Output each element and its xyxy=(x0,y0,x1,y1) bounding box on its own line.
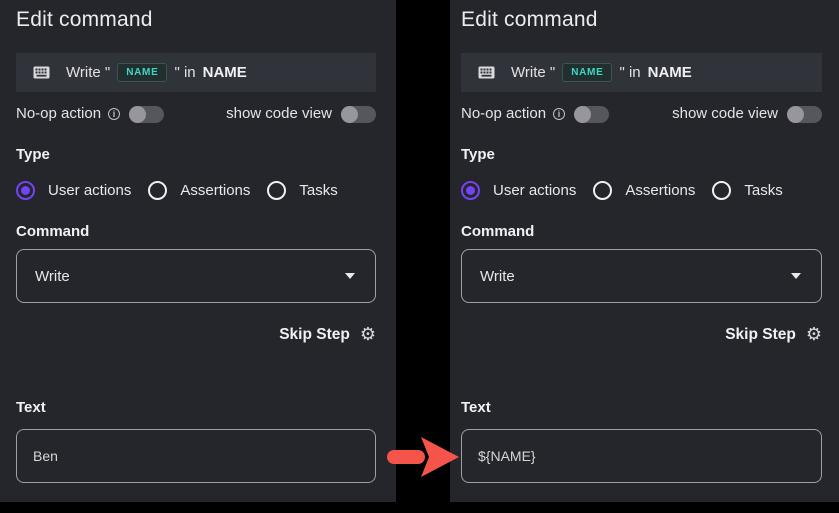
dialog-title: Edit command xyxy=(16,0,376,34)
summary-prefix: Write " xyxy=(66,64,110,81)
code-view-toggle[interactable] xyxy=(341,106,376,123)
edit-command-dialog-before: Edit command Write " NAME " in NAME No-o… xyxy=(0,0,396,502)
noop-group: No-op action i xyxy=(16,105,164,123)
radio-circle-icon[interactable] xyxy=(712,181,731,200)
command-select-value: Write xyxy=(35,268,70,285)
keyboard-icon xyxy=(478,66,495,79)
toggles-row: No-op action i show code view xyxy=(16,105,376,123)
type-label: Type xyxy=(16,147,376,163)
skip-step-label: Skip Step xyxy=(279,326,350,344)
red-arrow-right-icon xyxy=(387,437,459,482)
text-label: Text xyxy=(461,400,822,416)
keyboard-icon xyxy=(33,66,50,79)
command-summary-bar: Write " NAME " in NAME xyxy=(16,53,376,92)
param-badge: NAME xyxy=(117,63,167,82)
noop-label: No-op action xyxy=(461,105,546,123)
radio-circle-icon[interactable] xyxy=(267,181,286,200)
command-summary-bar: Write " NAME " in NAME xyxy=(461,53,822,92)
summary-middle: " in xyxy=(174,64,195,81)
text-label: Text xyxy=(16,400,376,416)
noop-label: No-op action xyxy=(16,105,101,123)
info-icon: i xyxy=(108,108,120,120)
toggles-row: No-op action i show code view xyxy=(461,105,822,123)
type-radio-group: User actions Assertions Tasks xyxy=(461,180,822,200)
summary-middle: " in xyxy=(619,64,640,81)
noop-toggle[interactable] xyxy=(129,106,164,123)
command-select[interactable]: Write xyxy=(16,249,376,303)
radio-tasks[interactable]: Tasks xyxy=(712,181,782,200)
radio-assertions[interactable]: Assertions xyxy=(148,181,250,200)
summary-target: NAME xyxy=(203,64,247,81)
text-input[interactable] xyxy=(16,429,376,483)
code-view-group: show code view xyxy=(226,105,376,123)
type-radio-group: User actions Assertions Tasks xyxy=(16,180,376,200)
summary-target: NAME xyxy=(648,64,692,81)
skip-step-label: Skip Step xyxy=(725,326,796,344)
command-summary-text: Write " NAME " in NAME xyxy=(511,63,692,82)
command-summary-text: Write " NAME " in NAME xyxy=(66,63,247,82)
noop-toggle[interactable] xyxy=(574,106,609,123)
param-badge: NAME xyxy=(562,63,612,82)
skip-step-row: Skip Step ⚙ xyxy=(16,324,376,346)
command-select-value: Write xyxy=(480,268,515,285)
radio-tasks[interactable]: Tasks xyxy=(267,181,337,200)
radio-circle-icon[interactable] xyxy=(593,181,612,200)
radio-user-actions[interactable]: User actions xyxy=(16,181,131,200)
text-input[interactable] xyxy=(461,429,822,483)
radio-user-actions[interactable]: User actions xyxy=(461,181,576,200)
command-select[interactable]: Write xyxy=(461,249,822,303)
radio-circle-selected-icon[interactable] xyxy=(16,181,35,200)
info-icon: i xyxy=(553,108,565,120)
command-label: Command xyxy=(461,224,822,240)
noop-group: No-op action i xyxy=(461,105,609,123)
radio-assertions[interactable]: Assertions xyxy=(593,181,695,200)
type-label: Type xyxy=(461,147,822,163)
gear-icon[interactable]: ⚙ xyxy=(806,326,822,344)
radio-circle-selected-icon[interactable] xyxy=(461,181,480,200)
command-label: Command xyxy=(16,224,376,240)
code-view-label: show code view xyxy=(226,105,332,123)
code-view-label: show code view xyxy=(672,105,778,123)
dialog-title: Edit command xyxy=(461,0,822,34)
gear-icon[interactable]: ⚙ xyxy=(360,326,376,344)
chevron-down-icon xyxy=(791,273,801,279)
chevron-down-icon xyxy=(345,273,355,279)
skip-step-row: Skip Step ⚙ xyxy=(461,324,822,346)
code-view-toggle[interactable] xyxy=(787,106,822,123)
edit-command-dialog-after: Edit command Write " NAME " in NAME No-o… xyxy=(450,0,839,502)
code-view-group: show code view xyxy=(672,105,822,123)
radio-circle-icon[interactable] xyxy=(148,181,167,200)
summary-prefix: Write " xyxy=(511,64,555,81)
